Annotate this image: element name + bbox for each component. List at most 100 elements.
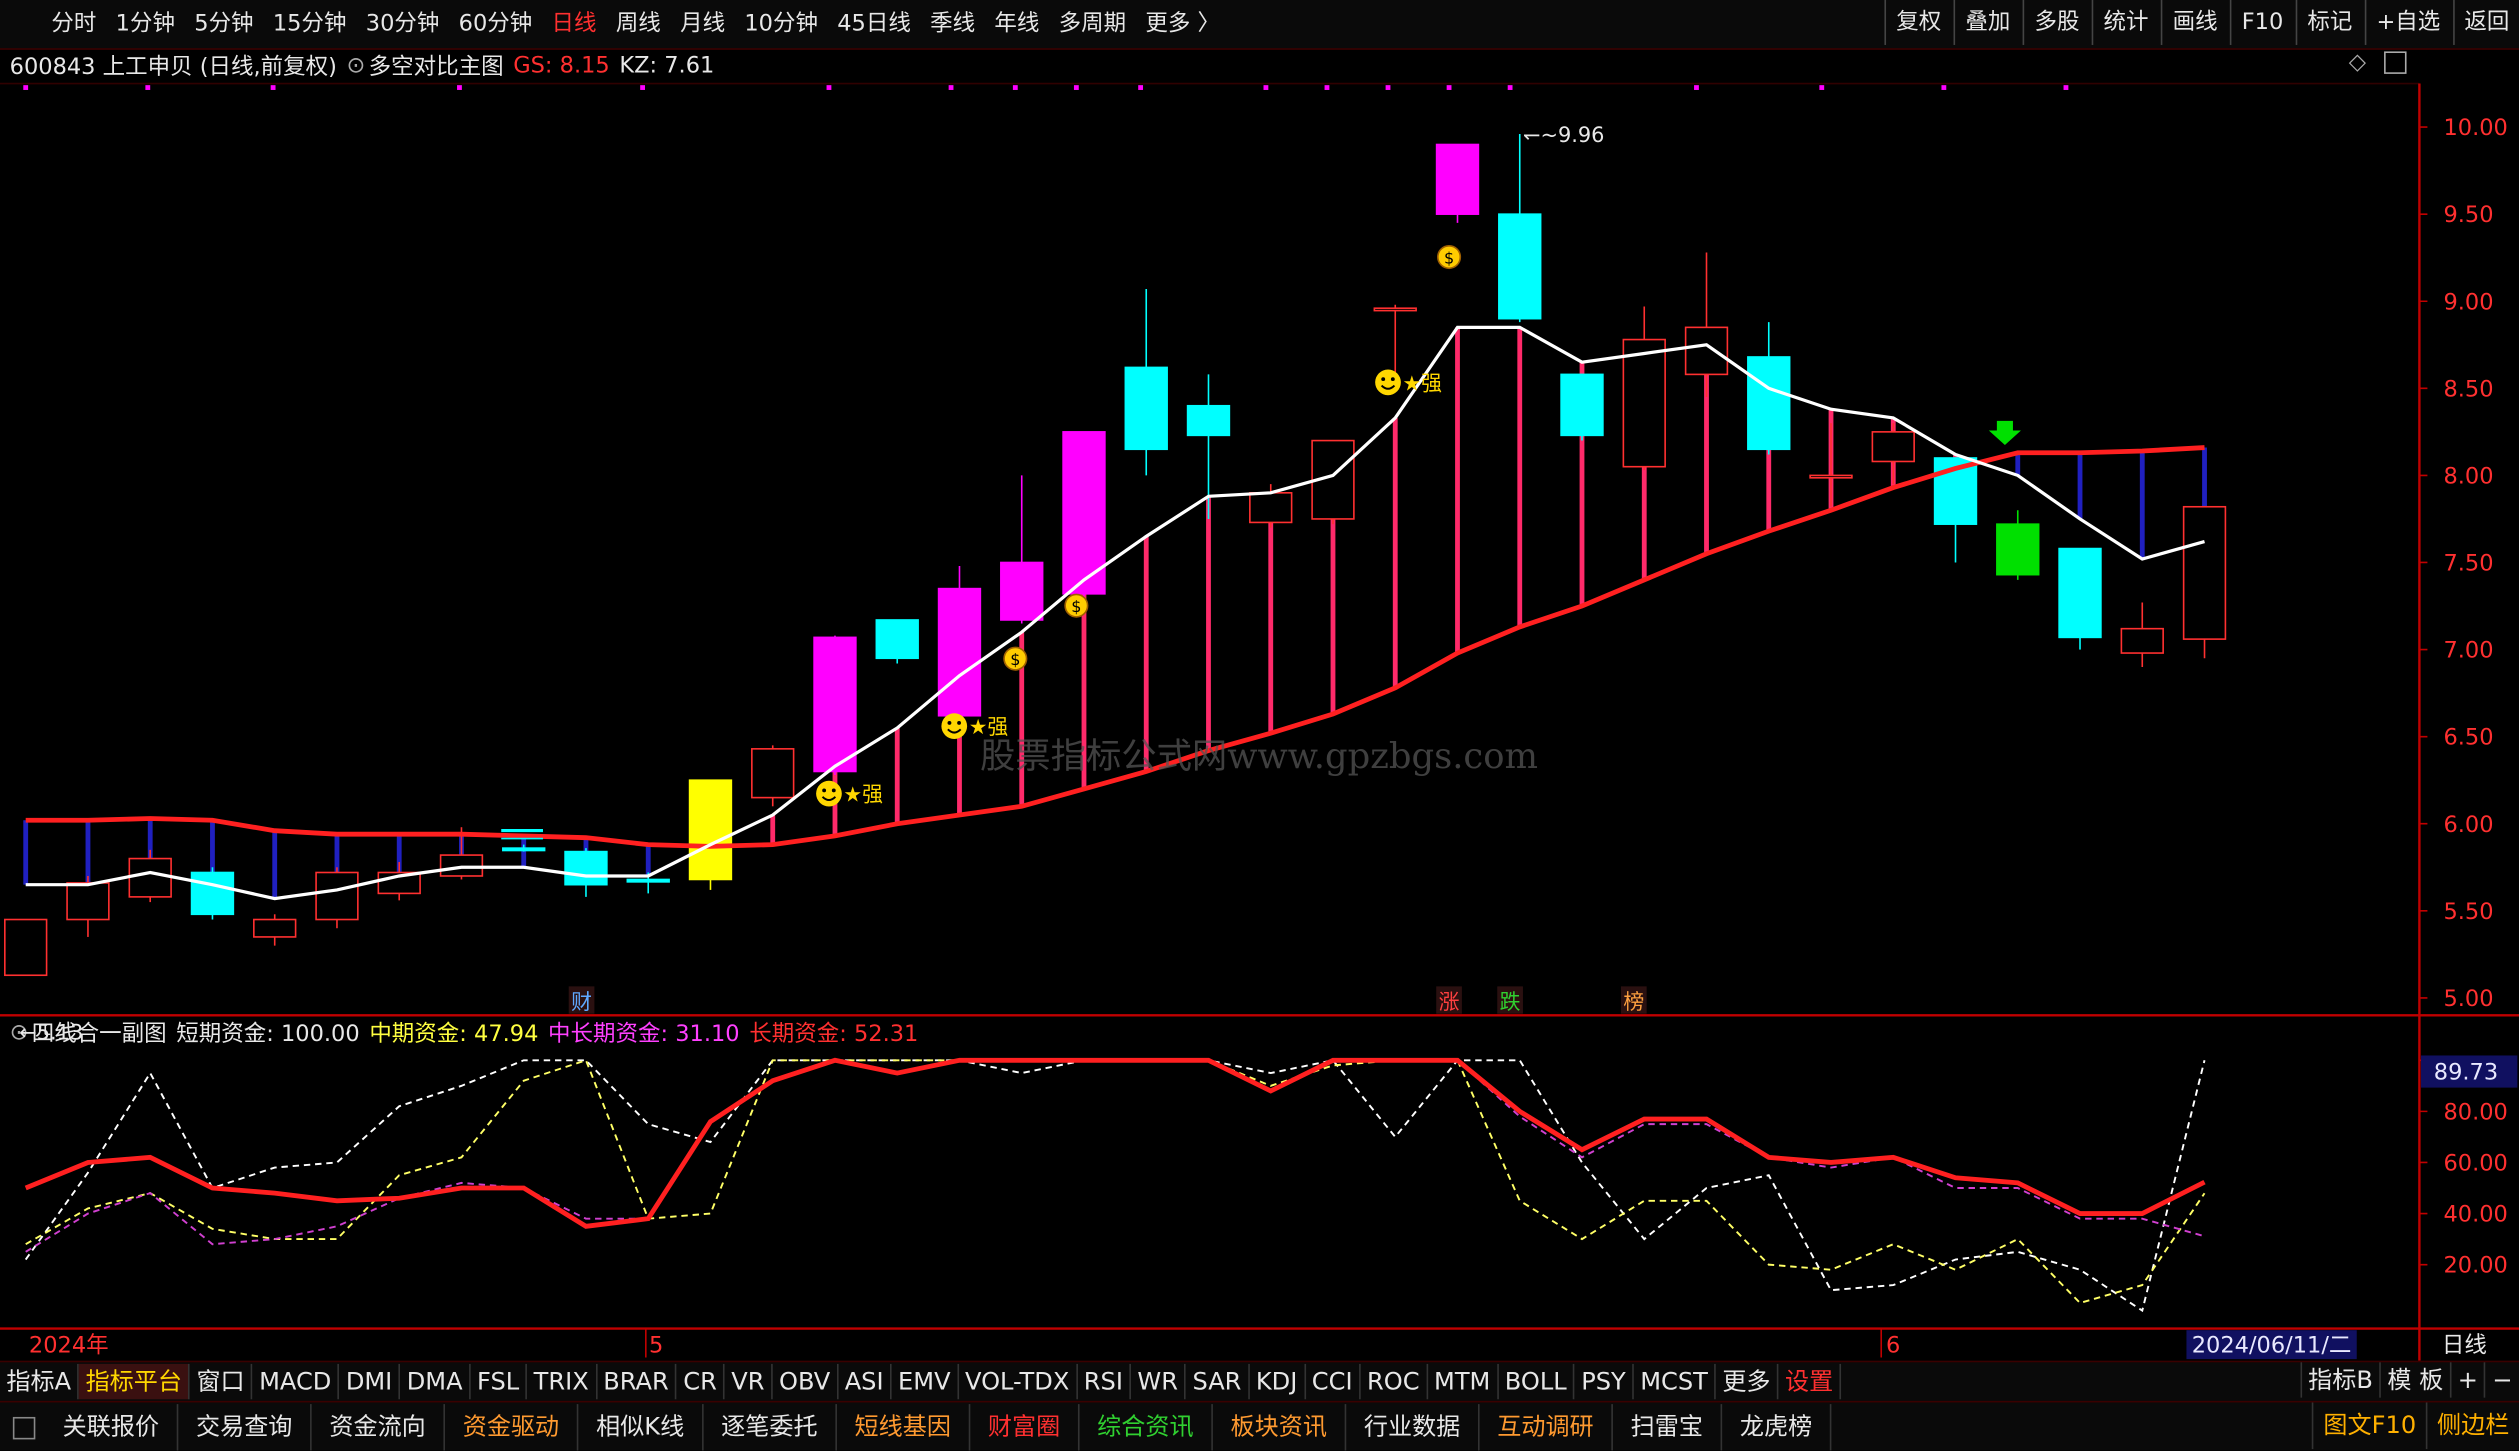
top-marker-dot-11 xyxy=(1324,85,1330,90)
bottom-tab-13[interactable]: 龙虎榜 xyxy=(1722,1404,1832,1451)
candle-11[interactable] xyxy=(688,779,733,890)
candle-34[interactable] xyxy=(2120,602,2164,667)
money-bag-icon-2-symbol: $ xyxy=(1071,597,1081,616)
indicator-tab-12[interactable]: ASI xyxy=(838,1363,892,1400)
money-bag-icon-3[interactable]: $ xyxy=(1437,244,1462,270)
indicator-tab-13[interactable]: EMV xyxy=(892,1363,959,1400)
indicator-right-0[interactable]: 指标B xyxy=(2300,1362,2379,1398)
indicator-tab-0[interactable]: 指标A xyxy=(0,1363,80,1400)
indicator-tab-8[interactable]: BRAR xyxy=(597,1363,677,1400)
sub-series-line-2 xyxy=(25,1059,2205,1253)
indicator-tab-15[interactable]: RSI xyxy=(1077,1363,1131,1400)
indicator-tab-10[interactable]: VR xyxy=(725,1363,773,1400)
candle-33[interactable] xyxy=(2058,547,2102,650)
indicator-tab-21[interactable]: MTM xyxy=(1428,1363,1499,1400)
candle-15[interactable] xyxy=(937,565,982,720)
candle-body-0 xyxy=(4,918,48,977)
bottom-tab-6[interactable]: 短线基因 xyxy=(837,1404,971,1451)
candle-8[interactable] xyxy=(502,844,546,852)
bottom-panel-icon[interactable] xyxy=(12,1416,36,1439)
strong-marker-3[interactable] xyxy=(1375,369,1401,396)
candle-4[interactable] xyxy=(253,914,297,946)
strong-marker-2[interactable] xyxy=(941,713,968,739)
candle-body-24 xyxy=(1498,213,1542,320)
candle-body-15 xyxy=(937,587,982,717)
money-bag-icon-2[interactable]: $ xyxy=(1064,593,1089,618)
indicator-tab-26[interactable]: 设置 xyxy=(1779,1363,1842,1400)
bottom-tab-5[interactable]: 逐笔委托 xyxy=(703,1404,837,1451)
indicator-tab-6[interactable]: FSL xyxy=(471,1363,528,1400)
indicator-tab-1[interactable]: 指标平台 xyxy=(79,1363,191,1400)
indicator-tab-23[interactable]: PSY xyxy=(1575,1363,1634,1400)
indicator-tab-11[interactable]: OBV xyxy=(773,1363,839,1400)
bottom-tab-8[interactable]: 综合资讯 xyxy=(1079,1404,1213,1451)
candle-24[interactable] xyxy=(1498,134,1542,323)
candle-27[interactable] xyxy=(1684,252,1729,398)
candle-17[interactable] xyxy=(1062,431,1106,601)
candle-body-4 xyxy=(253,918,297,938)
bottom-tab-10[interactable]: 行业数据 xyxy=(1346,1404,1480,1451)
candle-21[interactable] xyxy=(1311,439,1355,525)
candle-13[interactable] xyxy=(813,635,857,775)
candle-16[interactable] xyxy=(1000,475,1044,624)
indicator-tab-9[interactable]: CR xyxy=(677,1363,725,1400)
candle-3[interactable] xyxy=(190,867,235,920)
candle-6[interactable] xyxy=(377,862,421,901)
candle-29[interactable] xyxy=(1809,423,1853,507)
candle-0[interactable] xyxy=(4,918,48,977)
bottom-right-1[interactable]: 侧边栏 xyxy=(2425,1402,2519,1450)
bottom-tab-2[interactable]: 资金流向 xyxy=(312,1404,446,1451)
candle-25[interactable] xyxy=(1560,373,1604,441)
candle-35[interactable] xyxy=(2182,505,2227,659)
indicator-tab-4[interactable]: DMI xyxy=(339,1363,401,1400)
indicator-right-1[interactable]: 模 板 xyxy=(2379,1362,2449,1398)
indicator-tab-5[interactable]: DMA xyxy=(400,1363,471,1400)
bottom-tab-7[interactable]: 财富圈 xyxy=(970,1404,1080,1451)
strong-marker-1[interactable] xyxy=(816,780,842,807)
bottom-tab-4[interactable]: 相似K线 xyxy=(578,1404,704,1451)
indicator-tab-25[interactable]: 更多 xyxy=(1716,1363,1779,1400)
event-marker-3: 榜 xyxy=(1623,990,1644,1014)
sub-label-3: 20.00 xyxy=(2443,1253,2507,1279)
candle-23[interactable] xyxy=(1435,143,1480,223)
indicator-right-3[interactable]: − xyxy=(2484,1362,2519,1398)
indicator-tab-18[interactable]: KDJ xyxy=(1249,1363,1306,1400)
candle-30[interactable] xyxy=(1871,423,1915,485)
green-down-arrow-icon xyxy=(1988,420,2021,446)
bottom-tab-1[interactable]: 交易查询 xyxy=(178,1404,312,1451)
candle-body-23 xyxy=(1435,143,1480,215)
bottom-tab-9[interactable]: 板块资讯 xyxy=(1213,1404,1347,1451)
candle-20[interactable] xyxy=(1249,484,1293,528)
bottom-tab-3[interactable]: 资金驱动 xyxy=(445,1404,579,1451)
candle-5[interactable] xyxy=(315,867,359,929)
candle-32[interactable] xyxy=(1996,510,2040,580)
bottom-tab-11[interactable]: 互动调研 xyxy=(1480,1404,1613,1451)
chart-canvas[interactable]: 10.00 9.50 9.00 8.50 8.00 7.50 7.00 6.50 6.00 5.5… xyxy=(0,0,2519,1361)
strong-marker-1-eye-r xyxy=(831,788,836,793)
indicator-tab-7[interactable]: TRIX xyxy=(527,1363,597,1400)
candle-18[interactable] xyxy=(1124,289,1168,476)
indicator-tab-24[interactable]: MCST xyxy=(1634,1363,1716,1400)
candle-body-25 xyxy=(1560,373,1604,437)
indicator-tab-22[interactable]: BOLL xyxy=(1498,1363,1575,1400)
candle-body-13 xyxy=(813,636,857,773)
candle-14[interactable] xyxy=(875,619,919,664)
indicator-tab-19[interactable]: CCI xyxy=(1305,1363,1361,1400)
indicator-tab-3[interactable]: MACD xyxy=(253,1363,340,1400)
candle-26[interactable] xyxy=(1622,306,1666,471)
indicator-tab-16[interactable]: WR xyxy=(1131,1363,1187,1400)
sub-series-line-3 xyxy=(24,1057,2206,1229)
bottom-tab-12[interactable]: 扫雷宝 xyxy=(1613,1404,1723,1451)
indicator-tab-2[interactable]: 窗口 xyxy=(190,1363,253,1400)
bottom-right-0[interactable]: 图文F10 xyxy=(2312,1402,2426,1450)
indicator-tab-17[interactable]: SAR xyxy=(1186,1363,1250,1400)
bottom-tab-0[interactable]: 关联报价 xyxy=(45,1404,179,1451)
date-month5-label: 5 xyxy=(649,1333,663,1359)
indicator-tab-14[interactable]: VOL-TDX xyxy=(959,1363,1078,1400)
money-bag-icon-1[interactable]: $ xyxy=(1003,646,1028,671)
candle-body-30 xyxy=(1871,431,1915,463)
app-window: 分时 1分钟 5分钟 15分钟 30分钟 60分钟 日线 周线 月线 10分钟 45日线 季线 年线 多周… xyxy=(0,0,2519,1451)
indicator-tab-20[interactable]: ROC xyxy=(1361,1363,1428,1400)
indicator-right-2[interactable]: + xyxy=(2449,1362,2485,1398)
candle-12[interactable] xyxy=(751,745,795,807)
